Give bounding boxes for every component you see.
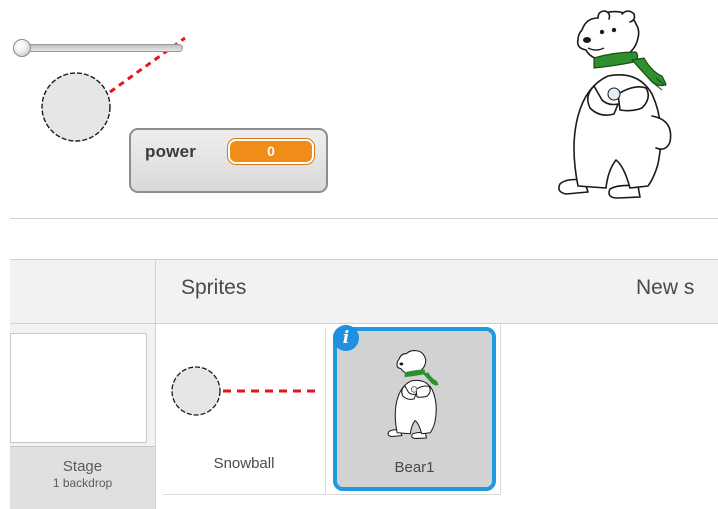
sprite-tile-bear1[interactable]: Bear1: [333, 327, 496, 491]
sprite-name-bear1: Bear1: [394, 459, 435, 476]
sprites-title: Sprites: [181, 276, 247, 299]
pane-separator: [155, 259, 156, 509]
monitor-slider-knob[interactable]: [13, 39, 31, 57]
monitor-label: power: [145, 142, 197, 161]
snowball-thumbnail: [171, 366, 317, 416]
stage-thumbnail[interactable]: [10, 333, 147, 443]
info-icon[interactable]: i: [333, 325, 359, 351]
monitor-slider-track[interactable]: [19, 44, 183, 52]
sprite-name-snowball: Snowball: [213, 455, 275, 472]
variable-monitor-power[interactable]: power 0: [129, 128, 328, 193]
sprite-pane-header: [10, 259, 718, 324]
bear-sprite-on-stage[interactable]: [548, 8, 688, 208]
stage-thumbnail-label[interactable]: Stage 1 backdrop: [10, 446, 155, 509]
new-sprite-label: New s: [636, 276, 695, 299]
scratch-editor: power 0 Sprites New s Stage 1 backdrop S…: [0, 0, 718, 509]
stage-name: Stage: [62, 458, 103, 475]
bear1-thumbnail: [387, 350, 439, 439]
monitor-value: 0: [228, 139, 314, 164]
sprite-tile-snowball[interactable]: Snowball: [163, 327, 326, 495]
stage-backdrop-count: 1 backdrop: [52, 476, 113, 490]
stage-divider: [10, 218, 718, 219]
